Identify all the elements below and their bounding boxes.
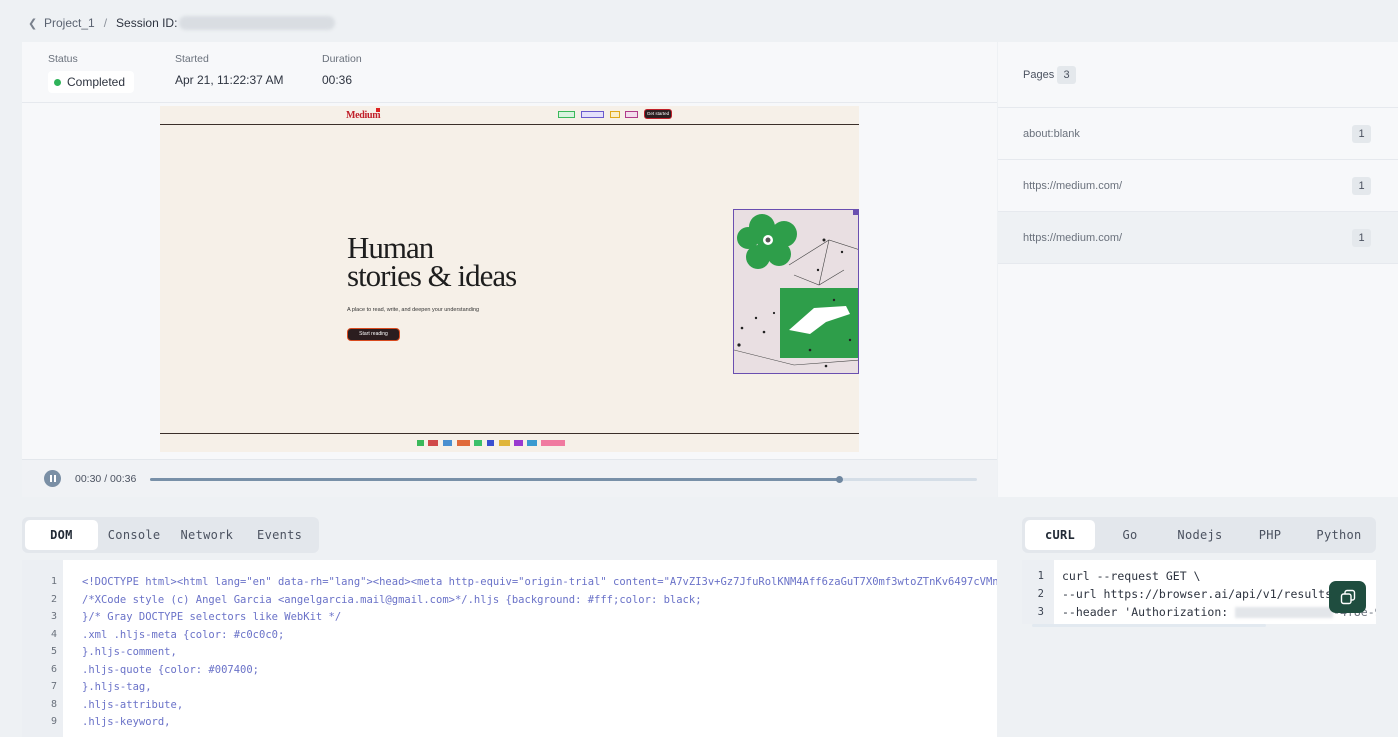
code-line: 3 --header 'Authorization: -4f8e-98 <box>1022 603 1376 621</box>
preview-site-footer <box>160 433 859 452</box>
code-text: --url https://browser.ai/api/v1/results/ <box>1062 587 1339 601</box>
breadcrumb: ❮ Project_1 / Session ID: <box>28 14 336 32</box>
chevron-left-icon[interactable]: ❮ <box>28 17 38 30</box>
tab-events[interactable]: Events <box>243 520 316 550</box>
code-text-prefix: --header 'Authorization: <box>1062 605 1236 619</box>
code-line: 5}.hljs-comment, <box>22 643 997 661</box>
preview-footer-link <box>457 440 470 446</box>
page-item[interactable]: about:blank 1 <box>998 108 1398 160</box>
preview-nav-item <box>625 111 638 118</box>
pages-header: Pages 3 <box>998 42 1398 108</box>
preview-highlight-marker <box>376 108 380 112</box>
page-visit-count: 1 <box>1352 229 1371 247</box>
duration-label: Duration <box>322 53 362 65</box>
tab-go[interactable]: Go <box>1095 520 1165 550</box>
page-visit-count: 1 <box>1352 177 1371 195</box>
breadcrumb-project[interactable]: Project_1 <box>44 16 95 30</box>
preview-hero-illustration <box>733 209 859 374</box>
status-label: Status <box>48 53 78 65</box>
started-value: Apr 21, 11:22:37 AM <box>175 73 284 87</box>
duration-value: 00:36 <box>322 73 353 87</box>
code-line: 7}.hljs-tag, <box>22 678 997 696</box>
code-line: 9 .hljs-keyword, <box>22 713 997 731</box>
preview-footer-link <box>487 440 494 446</box>
status-dot <box>54 78 61 86</box>
preview-footer-link <box>514 440 523 446</box>
code-line: 1 curl --request GET \ <box>1037 569 1201 583</box>
page-item-active[interactable]: https://medium.com/ 1 <box>998 212 1398 264</box>
snippet-tabs: cURL Go Nodejs PHP Python <box>1022 517 1376 553</box>
preview-footer-link <box>474 440 482 446</box>
preview-site-header: Medium Get started <box>160 106 859 125</box>
tab-php[interactable]: PHP <box>1235 520 1305 550</box>
page-url: https://medium.com/ <box>1023 232 1123 244</box>
preview-footer-link <box>443 440 452 446</box>
pause-icon[interactable] <box>44 470 61 487</box>
page-item[interactable]: https://medium.com/ 1 <box>998 160 1398 212</box>
preview-nav-item <box>558 111 575 118</box>
status-value: Completed <box>67 75 126 89</box>
code-text: .hljs-attribute, <box>82 699 184 711</box>
preview-subtitle: A place to read, write, and deepen your … <box>347 307 480 313</box>
code-text: }.hljs-comment, <box>82 646 177 658</box>
pages-label: Pages <box>1023 69 1055 81</box>
code-text: <!DOCTYPE html><html lang="en" data-rh="… <box>82 576 997 588</box>
tab-network[interactable]: Network <box>171 520 244 550</box>
recording-preview[interactable]: Medium Get started Human stories & ideas… <box>160 106 859 452</box>
curl-horizontal-scrollbar[interactable] <box>1032 624 1266 627</box>
preview-footer-link <box>527 440 537 446</box>
preview-start-reading-button: Start reading <box>347 328 400 341</box>
playback-scrubber-handle[interactable] <box>835 476 843 483</box>
code-line: 1 <!DOCTYPE html><html lang="en" data-rh=… <box>22 573 997 591</box>
page-url: https://medium.com/ <box>1023 180 1123 192</box>
code-text: }/* Gray DOCTYPE selectors like WebKit *… <box>82 611 342 623</box>
auth-token-redacted <box>1235 607 1334 618</box>
code-text: /*XCode style (c) Angel Garcia <angelgar… <box>82 594 702 606</box>
playback-time: 00:30 / 00:36 <box>75 473 137 485</box>
tab-console[interactable]: Console <box>98 520 171 550</box>
code-line: 2 --url https://browser.ai/api/v1/result… <box>1037 587 1339 601</box>
code-text: .hljs-keyword, <box>82 716 171 728</box>
session-recording-panel: Status Completed Started Apr 21, 11:22:3… <box>22 42 997 497</box>
code-text: curl --request GET \ <box>1062 569 1201 583</box>
preview-nav-item <box>581 111 604 118</box>
code-line: 3}/* Gray DOCTYPE selectors like WebKit … <box>22 608 997 626</box>
preview-footer-link <box>428 440 438 446</box>
tab-python[interactable]: Python <box>1305 520 1373 550</box>
tab-curl[interactable]: cURL <box>1025 520 1095 550</box>
code-line: 6 .hljs-quote {color: #007400; <box>22 661 997 679</box>
started-label: Started <box>175 53 209 65</box>
code-text: }.hljs-tag, <box>82 681 152 693</box>
playback-progress-fill <box>150 478 839 481</box>
session-id-label: Session ID: <box>116 16 178 30</box>
status-badge: Completed <box>48 71 135 93</box>
pages-panel: Pages 3 about:blank 1 https://medium.com… <box>998 42 1398 497</box>
session-info-bar: Status Completed Started Apr 21, 11:22:3… <box>22 42 997 103</box>
preview-footer-link <box>541 440 565 446</box>
devtools-tabs: DOM Console Network Events <box>22 517 319 553</box>
dom-code-viewer[interactable]: 1 <!DOCTYPE html><html lang="en" data-rh=… <box>22 560 997 737</box>
curl-code-viewer[interactable]: 1 curl --request GET \ 2 --url https://br… <box>1022 560 1376 624</box>
tab-dom[interactable]: DOM <box>25 520 98 550</box>
code-text: .hljs-quote {color: #007400; <box>82 664 260 676</box>
pages-count-badge: 3 <box>1057 66 1076 84</box>
session-id-value-redacted <box>179 16 336 30</box>
playback-controls: 00:30 / 00:36 <box>22 459 997 497</box>
preview-headline-line2: stories & ideas <box>347 258 517 293</box>
page-url: about:blank <box>1023 128 1080 140</box>
preview-get-started-button: Get started <box>644 109 672 119</box>
preview-nav-item <box>610 111 620 118</box>
tab-nodejs[interactable]: Nodejs <box>1165 520 1235 550</box>
code-line: 4 .xml .hljs-meta {color: #c0c0c0; <box>22 626 997 644</box>
preview-footer-link <box>417 440 424 446</box>
page-visit-count: 1 <box>1352 125 1371 143</box>
code-line: 2/*XCode style (c) Angel Garcia <angelga… <box>22 591 997 609</box>
preview-footer-link <box>499 440 510 446</box>
preview-headline: Human stories & ideas <box>347 232 517 293</box>
breadcrumb-separator: / <box>103 16 108 30</box>
playback-scrubber[interactable] <box>150 476 977 483</box>
code-text: .xml .hljs-meta {color: #c0c0c0; <box>82 629 285 641</box>
code-line: 8 .hljs-attribute, <box>22 696 997 714</box>
copy-icon[interactable] <box>1329 581 1366 613</box>
